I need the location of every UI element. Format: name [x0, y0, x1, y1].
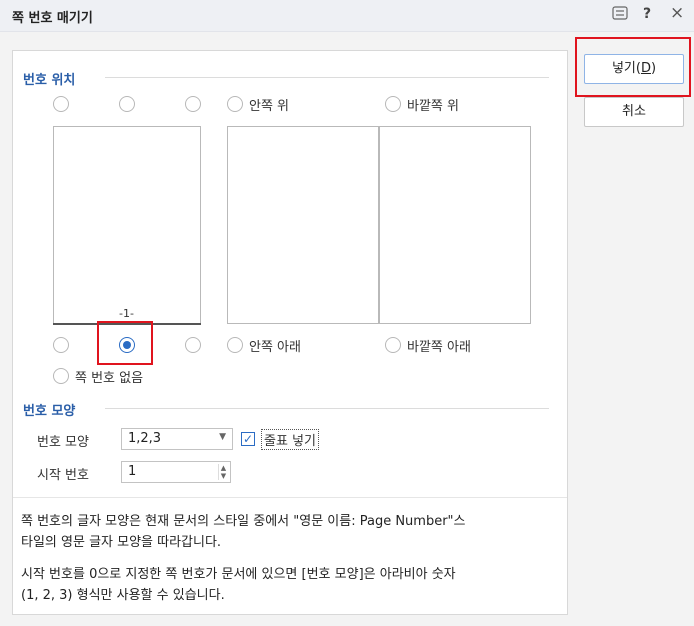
position-top-left-radio[interactable] [53, 96, 69, 112]
include-dash-checkbox[interactable]: ✓ [241, 432, 255, 446]
left-page-preview [227, 126, 379, 324]
single-page-preview [53, 126, 201, 324]
position-inner-top-radio[interactable] [227, 96, 243, 112]
format-section-title: 번호 모양 [23, 404, 76, 419]
note-line-1: 쪽 번호의 글자 모양은 현재 문서의 스타일 중에서 "영문 이름: Page… [21, 514, 466, 529]
section-divider [105, 77, 549, 78]
position-outer-bottom-radio[interactable] [385, 337, 401, 353]
position-top-right-radio[interactable] [185, 96, 201, 112]
note-line-4: (1, 2, 3) 형식만 사용할 수 있습니다. [21, 588, 225, 603]
outer-top-label: 바깥쪽 위 [407, 99, 459, 114]
notes-divider [13, 497, 567, 498]
keyboard-icon[interactable] [612, 6, 628, 24]
spin-up-icon[interactable]: ▲ [219, 464, 228, 472]
title-bar: 쪽 번호 매기기 ? × [0, 0, 694, 32]
preview-page-number: -1- [119, 307, 134, 320]
position-bottom-left-radio[interactable] [53, 337, 69, 353]
options-panel: 번호 위치 안쪽 위 바깥쪽 위 -1- 안쪽 아래 바깥쪽 아래 쪽 번호 없… [12, 50, 568, 615]
no-page-number-label: 쪽 번호 없음 [75, 371, 144, 386]
selection-highlight-box [97, 321, 153, 365]
position-section-title: 번호 위치 [23, 73, 76, 88]
no-page-number-radio[interactable] [53, 368, 69, 384]
insert-highlight-box [575, 37, 691, 97]
start-number-value: 1 [128, 464, 137, 479]
help-icon[interactable]: ? [643, 6, 651, 22]
start-number-label: 시작 번호 [37, 468, 89, 483]
position-top-center-radio[interactable] [119, 96, 135, 112]
position-outer-top-radio[interactable] [385, 96, 401, 112]
number-shape-value: 1,2,3 [128, 431, 162, 446]
inner-bottom-label: 안쪽 아래 [249, 340, 301, 355]
dialog-title: 쪽 번호 매기기 [12, 11, 93, 26]
include-dash-label[interactable]: 줄표 넣기 [261, 429, 319, 450]
spin-down-icon[interactable]: ▼ [219, 472, 228, 480]
cancel-button[interactable]: 취소 [584, 97, 684, 127]
number-shape-label: 번호 모양 [37, 435, 89, 450]
number-shape-select[interactable]: 1,2,3 ▼ [121, 428, 233, 450]
close-icon[interactable]: × [670, 3, 684, 23]
spin-buttons[interactable]: ▲ ▼ [218, 464, 228, 480]
inner-top-label: 안쪽 위 [249, 99, 290, 114]
note-line-3: 시작 번호를 0으로 지정한 쪽 번호가 문서에 있으면 [번호 모양]은 아라… [21, 567, 456, 582]
note-line-2: 타일의 영문 글자 모양을 따라갑니다. [21, 535, 222, 550]
outer-bottom-label: 바깥쪽 아래 [407, 340, 471, 355]
start-number-spinner[interactable]: 1 ▲ ▼ [121, 461, 231, 483]
position-inner-bottom-radio[interactable] [227, 337, 243, 353]
chevron-down-icon: ▼ [219, 432, 226, 442]
right-page-preview [379, 126, 531, 324]
position-bottom-right-radio[interactable] [185, 337, 201, 353]
section-divider [105, 408, 549, 409]
